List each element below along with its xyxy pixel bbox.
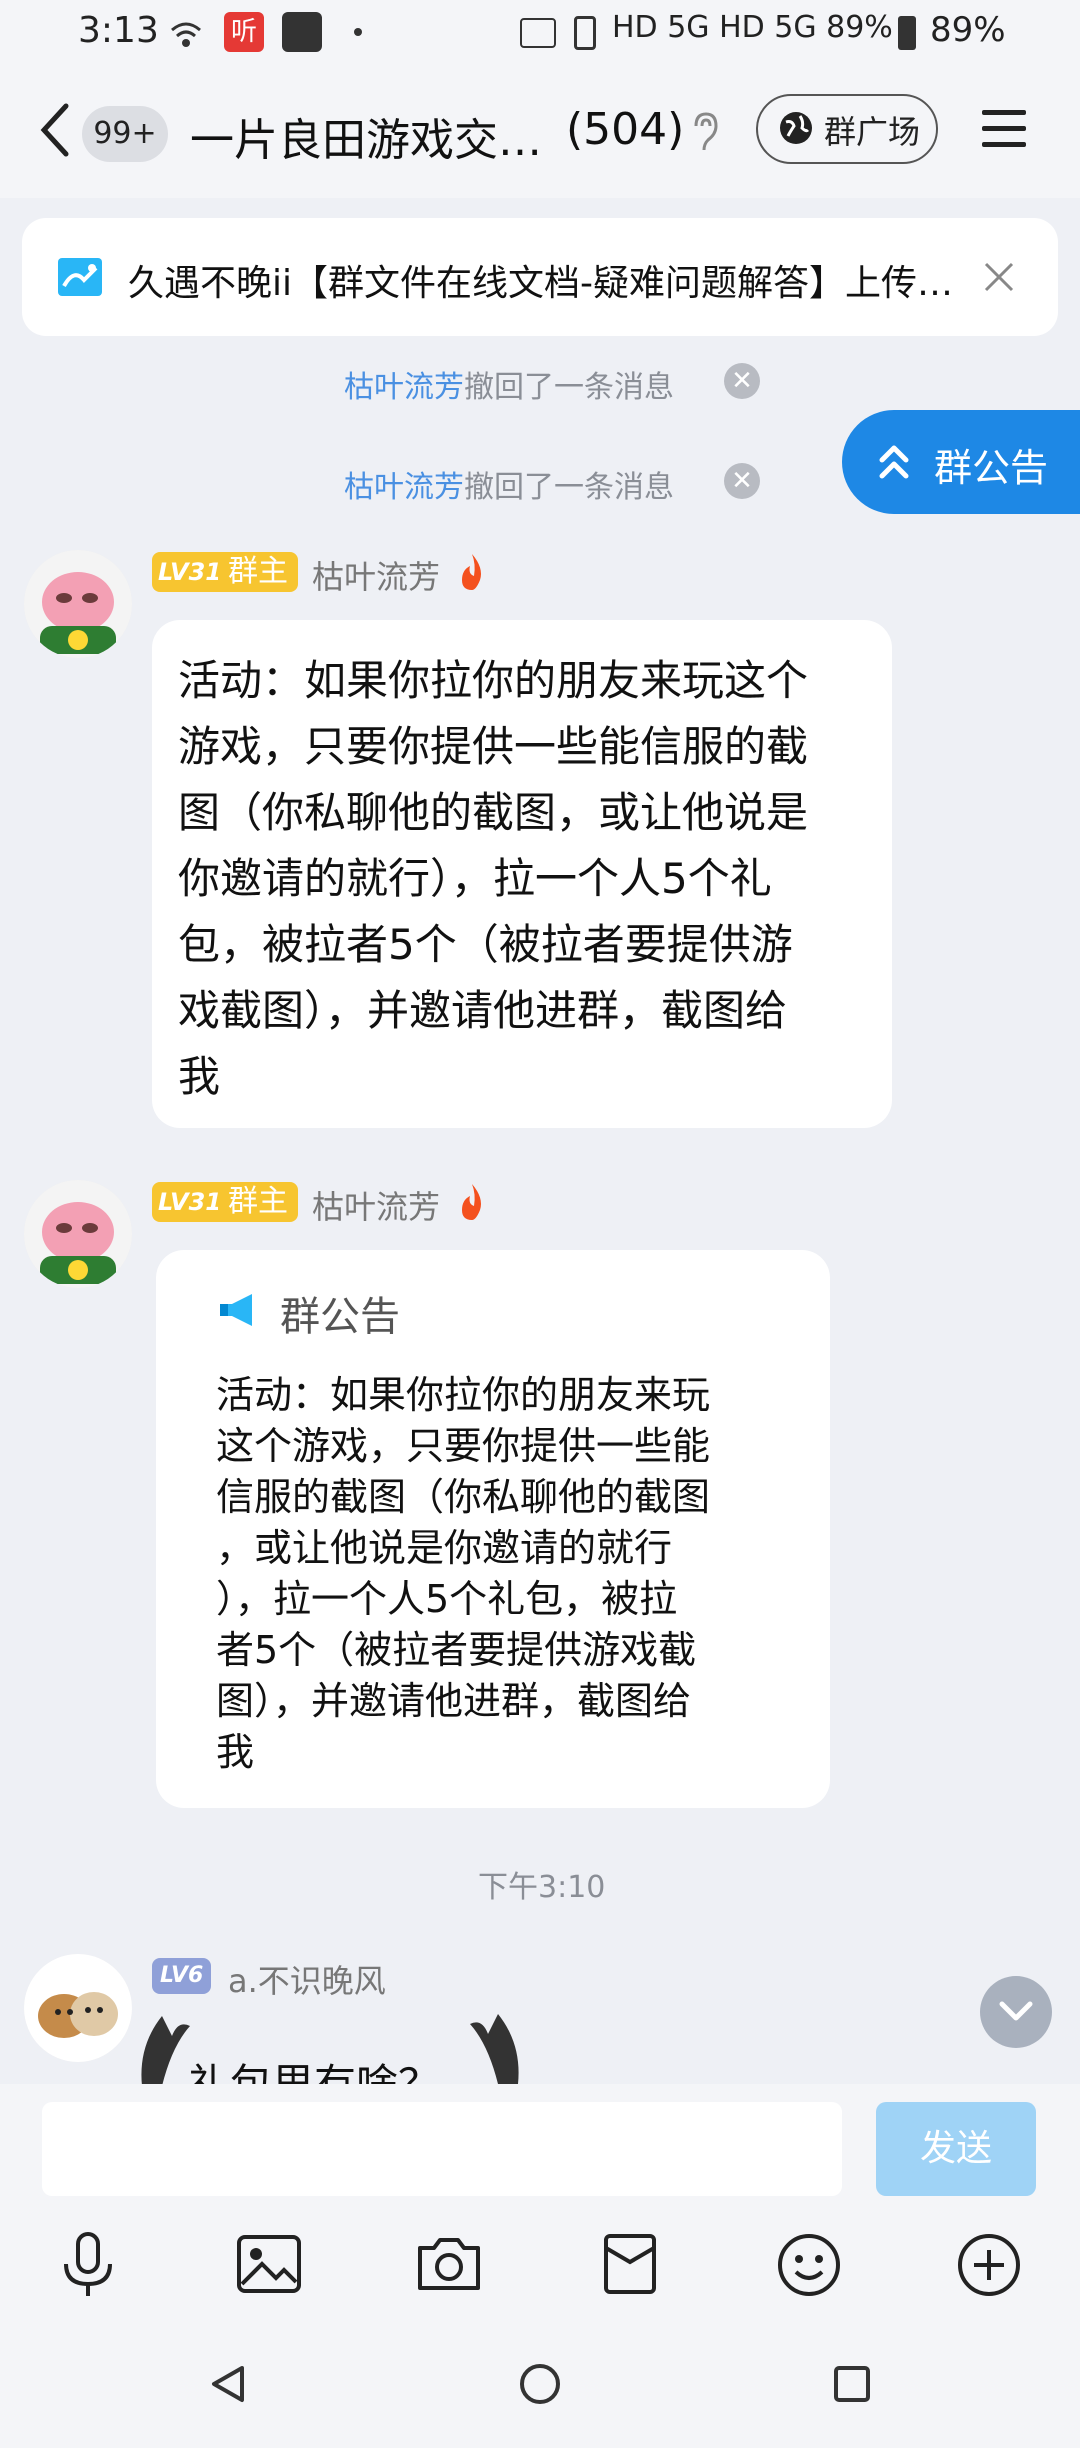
red-packet-icon[interactable] <box>600 2232 660 2296</box>
earpiece-mode-icon[interactable] <box>690 110 720 154</box>
message-line: 图（你私聊他的截图，或让他说是 <box>178 788 809 837</box>
status-time: 3:13 <box>78 10 159 51</box>
unread-count-badge[interactable]: 99+ <box>82 106 168 162</box>
megaphone-icon <box>218 1292 260 1328</box>
system-text: 撤回了一条消息 <box>464 370 674 405</box>
group-plaza-label: 群广场 <box>824 113 921 151</box>
auto-brightness-icon <box>520 18 556 48</box>
nav-recents-icon[interactable] <box>832 2364 872 2404</box>
announcement-card-text: 活动：如果你拉你的朋友来玩 这个游戏，只要你提供一些能 信服的截图（你私聊他的截… <box>216 1370 816 1778</box>
double-chevron-up-icon <box>878 440 910 484</box>
system-sender-name[interactable]: 枯叶流芳 <box>344 370 464 405</box>
announcement-card-title: 群公告 <box>280 1294 400 1340</box>
vibrate-icon <box>574 16 596 50</box>
owner-role-badge: 群主 <box>218 552 298 592</box>
fire-icon <box>456 1182 488 1222</box>
system-recall-message: 枯叶流芳撤回了一条消息 <box>344 362 674 406</box>
message-line: 戏截图），并邀请他进群，截图给 <box>178 986 788 1035</box>
listen-app-icon: 听 <box>224 12 264 52</box>
card-line: 信服的截图（你私聊他的截图 <box>216 1475 711 1519</box>
message-text: 活动：如果你拉你的朋友来玩这个 游戏，只要你提供一些能信服的截 图（你私聊他的截… <box>178 648 878 1110</box>
chevron-down-icon <box>996 1996 1036 2026</box>
sender-name[interactable]: 枯叶流芳 <box>312 552 440 598</box>
close-icon[interactable] <box>982 260 1016 294</box>
level-badge: LV31 <box>152 1182 228 1222</box>
bubble-frame-left-icon <box>132 2006 192 2086</box>
system-recall-message: 枯叶流芳撤回了一条消息 <box>344 462 674 506</box>
message-text-partial[interactable]: 礼包里有啥？ <box>188 2052 440 2086</box>
message-input[interactable] <box>42 2102 842 2196</box>
timestamp: 下午3:10 <box>478 1870 606 1905</box>
message-line: 游戏，只要你提供一些能信服的截 <box>178 722 809 771</box>
system-text: 撤回了一条消息 <box>464 470 674 505</box>
emoji-icon[interactable] <box>776 2232 842 2298</box>
sender-name[interactable]: 枯叶流芳 <box>312 1182 440 1228</box>
sender-name[interactable]: a.不识晚风 <box>228 1956 386 2002</box>
wifi-calling-icon <box>166 16 206 56</box>
card-line: 者5个（被拉者要提供游戏截 <box>216 1628 697 1672</box>
card-line: ，或让他说是你邀请的就行 <box>216 1526 673 1570</box>
card-line: 活动：如果你拉你的朋友来玩 <box>216 1373 711 1417</box>
globe-icon <box>778 110 814 146</box>
card-line: 图），并邀请他进群，截图给 <box>216 1679 692 1723</box>
fire-icon <box>456 552 488 592</box>
avatar[interactable] <box>24 550 132 658</box>
battery-icon <box>898 16 916 50</box>
status-network-text: HD 5G HD 5G 89% <box>612 10 893 45</box>
back-arrow-icon[interactable] <box>38 102 74 158</box>
message-line: 活动：如果你拉你的朋友来玩这个 <box>178 656 809 705</box>
add-more-icon[interactable] <box>956 2232 1022 2298</box>
card-line: 我 <box>216 1730 255 1774</box>
bubble-frame-right-icon <box>468 2004 528 2084</box>
nav-home-icon[interactable] <box>518 2362 562 2406</box>
level-badge: LV6 <box>152 1958 212 1994</box>
battery-percent: 89% <box>930 10 1006 50</box>
card-line: 这个游戏，只要你提供一些能 <box>216 1424 711 1468</box>
menu-icon[interactable] <box>980 108 1028 150</box>
image-icon[interactable] <box>236 2234 302 2294</box>
level-badge: LV31 <box>152 552 228 592</box>
system-sender-name[interactable]: 枯叶流芳 <box>344 470 464 505</box>
avatar[interactable] <box>24 1954 132 2062</box>
microphone-icon[interactable] <box>58 2230 118 2300</box>
document-icon <box>58 258 102 296</box>
camera-icon[interactable] <box>414 2234 484 2294</box>
avatar[interactable] <box>24 1180 132 1288</box>
mail-app-icon <box>282 12 322 52</box>
nav-back-icon[interactable] <box>206 2362 250 2406</box>
pinned-file-text[interactable]: 久遇不晚ii【群文件在线文档-疑难问题解答】上传… <box>128 254 968 306</box>
card-line: ），拉一个人5个礼包，被拉 <box>216 1577 678 1621</box>
dismiss-icon[interactable]: ✕ <box>724 463 760 499</box>
more-notifications-dot-icon <box>354 28 362 36</box>
group-announcement-label: 群公告 <box>934 446 1049 490</box>
owner-role-badge: 群主 <box>218 1182 298 1222</box>
group-title[interactable]: 一片良田游戏交… <box>190 104 542 168</box>
send-button[interactable]: 发送 <box>876 2102 1036 2196</box>
message-line: 你邀请的就行），拉一个人5个礼 <box>178 854 772 903</box>
dismiss-icon[interactable]: ✕ <box>724 363 760 399</box>
message-line: 我 <box>178 1052 221 1101</box>
message-line: 包，被拉者5个（被拉者要提供游 <box>178 920 793 969</box>
member-count[interactable]: (504) <box>566 104 684 155</box>
